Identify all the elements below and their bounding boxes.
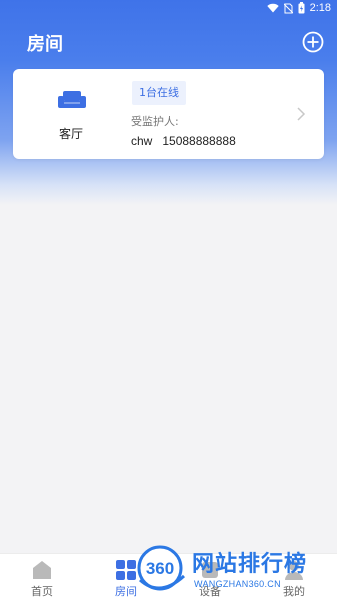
guardian-info: chw 15088888888: [131, 134, 236, 148]
status-time: 2:18: [309, 2, 331, 14]
guardian-name: chw: [131, 134, 153, 148]
tab-profile[interactable]: 我的: [252, 554, 336, 600]
header: 房间: [0, 26, 337, 60]
home-icon: [33, 561, 51, 579]
device-icon: [202, 562, 218, 578]
room-name: 客厅: [59, 127, 84, 141]
guardian-phone: 15088888888: [162, 134, 236, 148]
status-bar: 2:18: [0, 0, 337, 18]
bottom-tab-bar: 首页 房间 设备 我的: [0, 553, 337, 600]
tab-rooms[interactable]: 房间: [84, 554, 168, 600]
tab-home[interactable]: 首页: [0, 554, 84, 600]
tab-devices[interactable]: 设备: [168, 554, 252, 600]
rooms-grid-icon: [116, 560, 136, 580]
wifi-icon: [266, 3, 279, 13]
tab-home-label: 首页: [31, 585, 53, 598]
sofa-icon: [58, 91, 86, 108]
online-status-badge: 1台在线: [132, 81, 186, 105]
page-title: 房间: [27, 34, 63, 55]
profile-icon: [285, 561, 303, 580]
tab-devices-label: 设备: [199, 585, 221, 598]
chevron-right-icon: [297, 107, 306, 121]
battery-icon: [298, 2, 305, 14]
tab-profile-label: 我的: [283, 585, 305, 598]
room-card[interactable]: 客厅 1台在线 受监护人: chw 15088888888: [13, 69, 324, 159]
no-sim-icon: [283, 3, 293, 13]
guardian-label: 受监护人:: [131, 115, 179, 128]
add-room-button[interactable]: [302, 31, 324, 53]
tab-rooms-label: 房间: [115, 585, 137, 598]
